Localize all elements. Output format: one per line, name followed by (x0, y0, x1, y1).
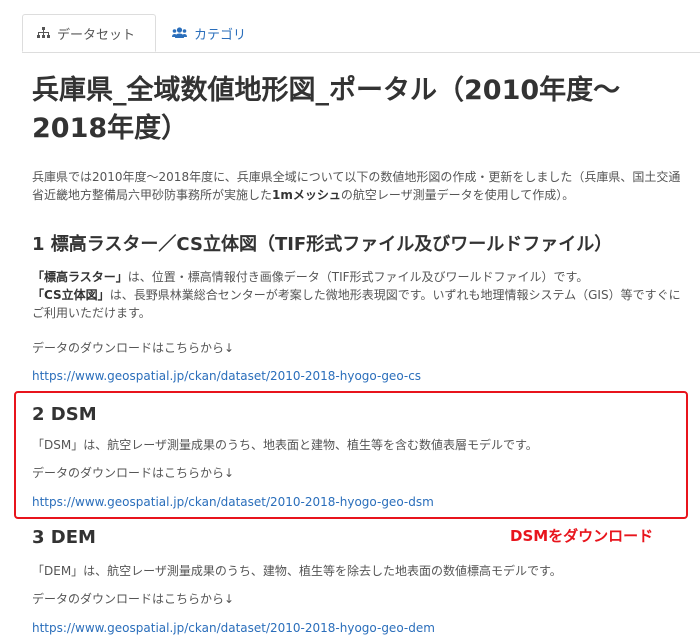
section-heading-elevation: 1 標高ラスター／CS立体図（TIF形式ファイル及びワールドファイル） (32, 234, 613, 255)
page: データセット カテゴリ 兵庫県_全域数値地形図_ポータル（2010年度～2018… (0, 0, 700, 644)
download-note-dsm: データのダウンロードはこちらから↓ (32, 466, 235, 480)
section-heading-dsm: 2 DSM (32, 404, 97, 425)
tab-divider (22, 52, 700, 53)
annotation-dsm-download: DSMをダウンロード (510, 527, 654, 545)
users-icon (172, 27, 187, 39)
tab-category[interactable]: カテゴリ (172, 14, 246, 52)
download-note-elevation: データのダウンロードはこちらから↓ (32, 341, 235, 355)
tab-category-label: カテゴリ (194, 27, 247, 43)
download-link-dem[interactable]: https://www.geospatial.jp/ckan/dataset/2… (32, 619, 435, 637)
elevation-raster-text: は、位置・標高情報付き画像データ（TIF形式ファイル及びワールドファイル）です。 (127, 270, 589, 284)
download-link-elevation[interactable]: https://www.geospatial.jp/ckan/dataset/2… (32, 367, 421, 385)
cs-relief-term: 「CS立体図」 (32, 288, 110, 302)
cs-relief-text: は、長野県林業総合センターが考案した微地形表現図です。いずれも地理情報システム（… (32, 288, 681, 320)
section-heading-dem: 3 DEM (32, 527, 96, 548)
intro-text: 兵庫県では2010年度～2018年度に、兵庫県全域について以下の数値地形図の作成… (32, 168, 684, 204)
intro-text-after: の航空レーザ測量データを使用して作成）。 (340, 188, 575, 202)
download-link-dsm[interactable]: https://www.geospatial.jp/ckan/dataset/2… (32, 493, 434, 511)
section-description-dem: 「DEM」は、航空レーザ測量成果のうち、建物、植生等を除去した地表面の数値標高モ… (32, 564, 562, 578)
tab-dataset[interactable]: データセット (22, 14, 156, 52)
intro-text-bold: 1mメッシュ (272, 188, 341, 202)
elevation-raster-term: 「標高ラスター」 (32, 270, 128, 284)
tab-dataset-label: データセット (57, 27, 136, 43)
tab-bar: データセット カテゴリ (0, 14, 700, 54)
sitemap-icon (37, 27, 50, 39)
page-title: 兵庫県_全域数値地形図_ポータル（2010年度～2018年度） (32, 75, 621, 144)
section-description-elevation: 「標高ラスター」は、位置・標高情報付き画像データ（TIF形式ファイル及びワールド… (32, 268, 684, 322)
download-note-dem: データのダウンロードはこちらから↓ (32, 592, 235, 606)
section-description-dsm: 「DSM」は、航空レーザ測量成果のうち、地表面と建物、植生等を含む数値表層モデル… (32, 438, 538, 452)
